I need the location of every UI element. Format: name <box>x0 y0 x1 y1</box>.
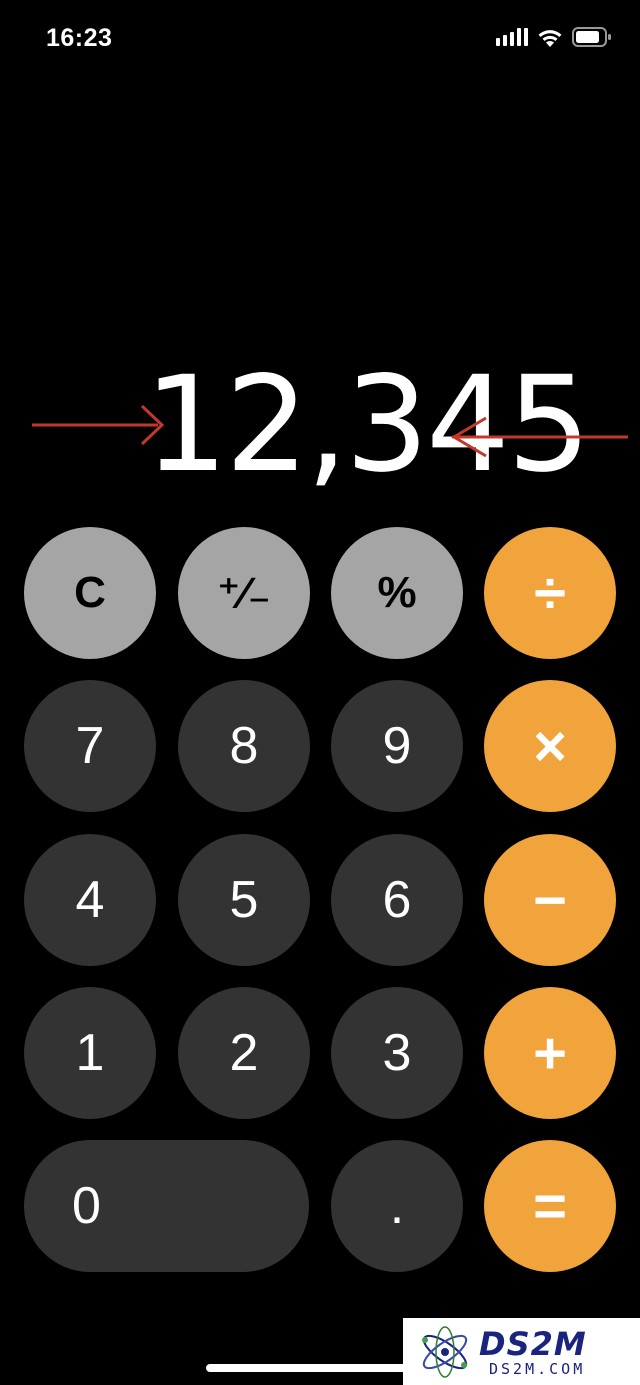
digit-6-button[interactable]: 6 <box>331 834 463 966</box>
battery-icon <box>572 27 611 47</box>
digit-8-button[interactable]: 8 <box>178 680 310 812</box>
watermark-main-text: DS2M <box>479 1324 587 1363</box>
digit-3-button[interactable]: 3 <box>331 987 463 1119</box>
watermark-sub-text: DS2M.COM <box>489 1359 586 1378</box>
plus-button[interactable]: + <box>484 987 616 1119</box>
decimal-button[interactable]: . <box>331 1140 463 1272</box>
cellular-signal-icon <box>496 28 528 46</box>
home-indicator[interactable] <box>206 1364 434 1372</box>
keypad: C ⁺∕₋ % ÷ 7 8 9 × 4 5 6 − 1 2 3 + 0 . = <box>0 0 640 1385</box>
status-icons <box>496 27 612 47</box>
multiply-button[interactable]: × <box>484 680 616 812</box>
digit-1-button[interactable]: 1 <box>24 987 156 1119</box>
watermark-text: DS2M DS2M.COM <box>479 1327 587 1377</box>
percent-button[interactable]: % <box>331 527 463 659</box>
minus-button[interactable]: − <box>484 834 616 966</box>
digit-9-button[interactable]: 9 <box>331 680 463 812</box>
digit-0-button[interactable]: 0 <box>24 1140 309 1272</box>
status-bar: 16:23 <box>0 0 640 80</box>
wifi-icon <box>538 29 562 47</box>
status-time: 16:23 <box>46 24 113 52</box>
clear-button[interactable]: C <box>24 527 156 659</box>
watermark: DS2M DS2M.COM <box>403 1318 640 1385</box>
digit-4-button[interactable]: 4 <box>24 834 156 966</box>
plus-minus-button[interactable]: ⁺∕₋ <box>178 527 310 659</box>
atom-logo-icon <box>422 1325 468 1378</box>
digit-5-button[interactable]: 5 <box>178 834 310 966</box>
right-annotation-arrow-icon <box>451 416 628 458</box>
digit-7-button[interactable]: 7 <box>24 680 156 812</box>
left-annotation-arrow-icon <box>32 404 165 446</box>
digit-2-button[interactable]: 2 <box>178 987 310 1119</box>
divide-button[interactable]: ÷ <box>484 527 616 659</box>
equals-button[interactable]: = <box>484 1140 616 1272</box>
